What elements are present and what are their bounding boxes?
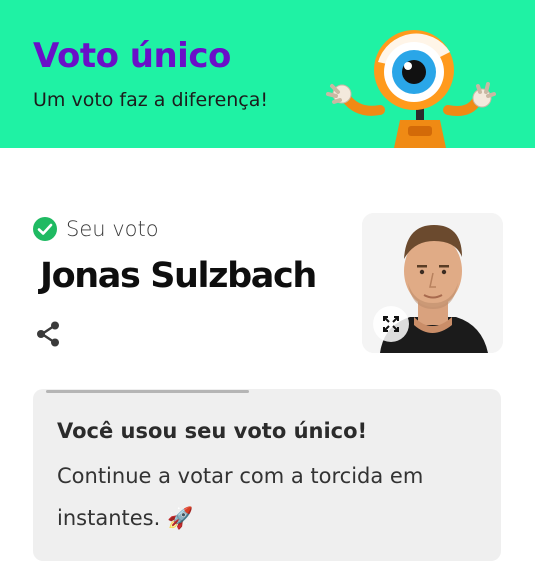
candidate-name: Jonas Sulzbach [40,256,317,296]
header-banner: Voto único Um voto faz a diferença! [0,0,535,148]
vote-status-label: Seu voto [66,217,159,241]
vote-status: Seu voto [32,216,159,242]
share-icon[interactable] [34,320,62,348]
rocket-emoji-icon: 🚀 [166,506,194,530]
check-circle-icon [33,217,57,241]
page-title: Voto único [33,36,231,76]
notice-title: Você usou seu voto único! [57,419,368,443]
notice-divider [46,390,249,393]
notice-body-text: Continue a votar com a torcida em instan… [57,464,424,530]
notice-body: Continue a votar com a torcida em instan… [57,455,477,539]
expand-icon [383,316,399,332]
big-eye-mascot-icon [326,30,496,148]
page-subtitle: Um voto faz a diferença! [33,89,269,111]
expand-photo-button[interactable] [373,306,409,342]
